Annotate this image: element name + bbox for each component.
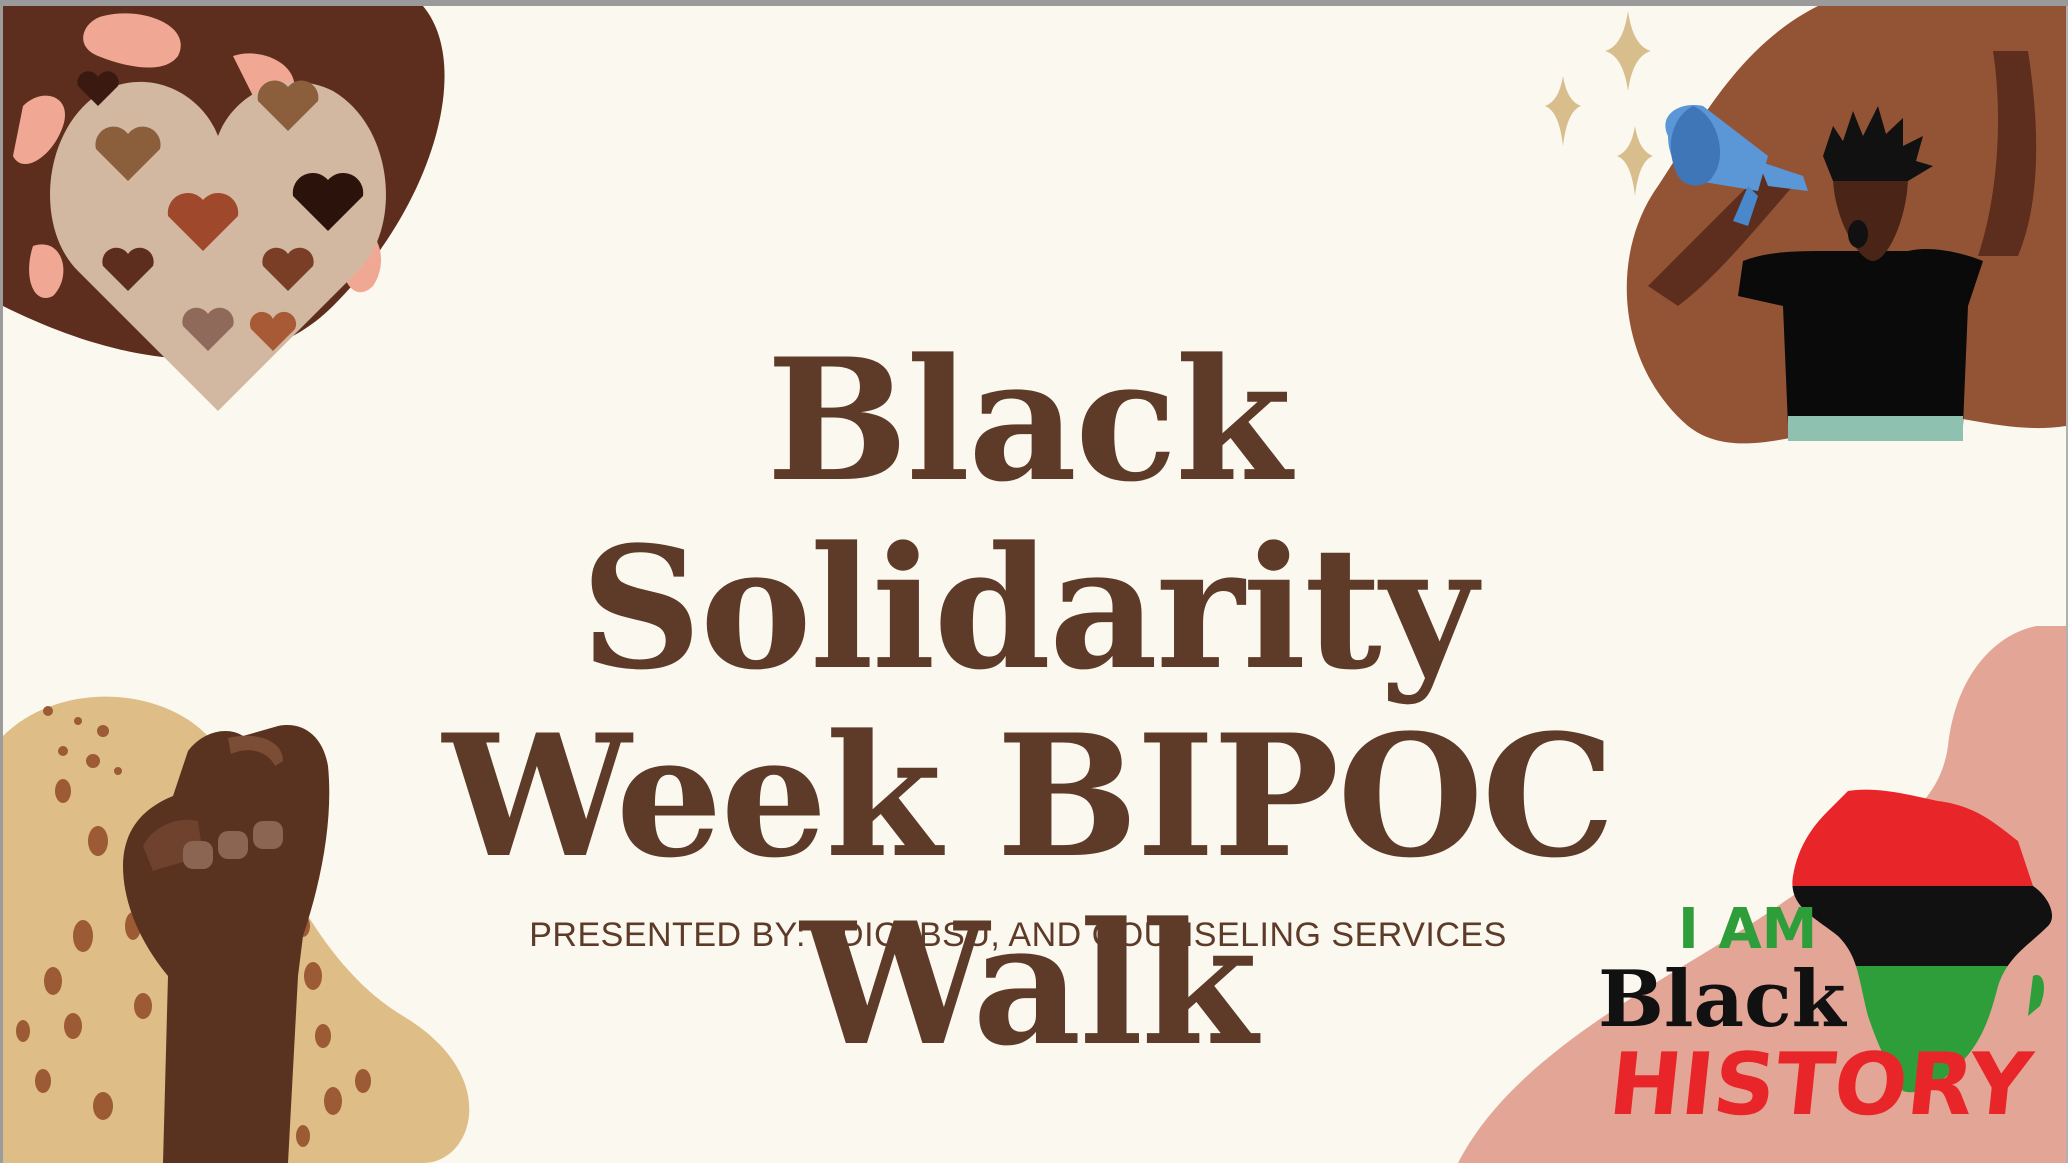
slide-title: Black Solidarity Week BIPOC Walk <box>343 326 1713 1078</box>
presentation-slide: I AM Black HISTORY Black Solidarity Week… <box>3 6 2066 1163</box>
title-line-2: Week BIPOC <box>442 697 1616 895</box>
slide-subtitle: PRESENTED BY: EDIC, BSU, AND COUNSELING … <box>529 916 1507 954</box>
title-line-1: Black Solidarity <box>580 321 1478 707</box>
